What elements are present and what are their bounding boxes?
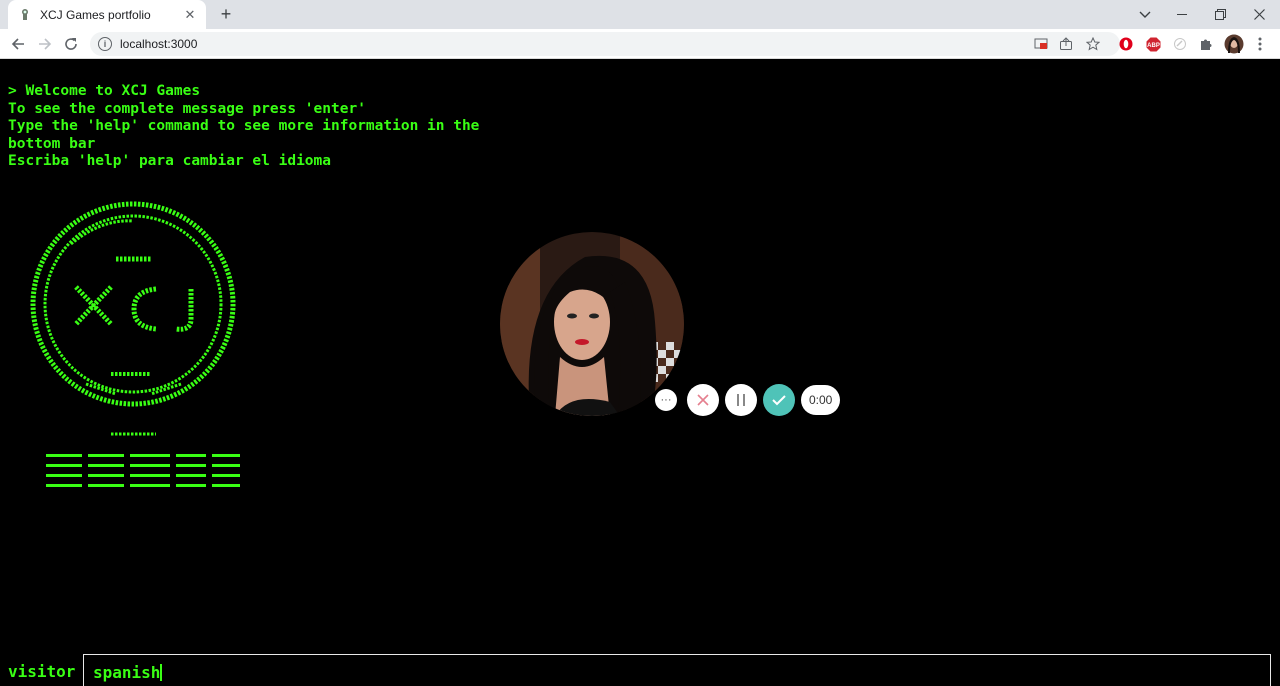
recording-timer: 0:00 — [801, 385, 841, 415]
share-icon[interactable] — [1058, 36, 1074, 52]
reload-icon[interactable] — [60, 33, 82, 55]
adblock-icon[interactable]: ABP — [1145, 36, 1161, 52]
puzzle-icon[interactable] — [1198, 36, 1214, 52]
terminal-line: To see the complete message press 'enter… — [8, 100, 366, 117]
extension-icon[interactable] — [1172, 36, 1188, 52]
cast-icon[interactable] — [1033, 36, 1049, 52]
terminal-page: > Welcome to XCJ Games To see the comple… — [0, 59, 1280, 686]
pause-icon — [737, 394, 745, 406]
command-input[interactable]: spanish — [83, 654, 1271, 686]
opera-icon[interactable] — [1118, 36, 1134, 52]
url-text: localhost:3000 — [120, 37, 198, 51]
text-caret — [160, 664, 163, 681]
close-icon — [697, 394, 709, 406]
back-icon[interactable] — [7, 33, 29, 55]
checkmark-icon — [772, 395, 786, 406]
prompt-label: visitor — [8, 662, 76, 681]
command-input-value: spanish — [93, 663, 161, 682]
tab-close-icon[interactable]: ✕ — [182, 7, 198, 23]
forward-icon[interactable] — [34, 33, 56, 55]
address-bar[interactable]: i localhost:3000 — [90, 32, 1120, 56]
maximize-icon[interactable] — [1201, 0, 1239, 29]
favicon-icon — [18, 8, 32, 22]
pause-recording-button[interactable] — [725, 384, 757, 416]
menu-icon[interactable] — [1252, 36, 1268, 52]
new-tab-button[interactable]: + — [215, 3, 237, 25]
terminal-output: > Welcome to XCJ Games To see the comple… — [8, 83, 528, 171]
terminal-line: Type the 'help' command to see more info… — [8, 118, 489, 152]
tab-title: XCJ Games portfolio — [40, 7, 151, 22]
svg-text:ABP: ABP — [1147, 43, 1160, 49]
star-icon[interactable] — [1085, 36, 1101, 52]
profile-avatar[interactable] — [1224, 34, 1244, 54]
terminal-line: Escriba 'help' para cambiar el idioma — [8, 153, 332, 169]
browser-toolbar: i localhost:3000 ABP — [0, 29, 1280, 59]
browser-tab[interactable]: XCJ Games portfolio ✕ — [8, 0, 206, 29]
minimize-icon[interactable] — [1163, 0, 1201, 29]
site-info-icon[interactable]: i — [98, 37, 112, 51]
cancel-recording-button[interactable] — [687, 384, 719, 416]
terminal-line: > Welcome to XCJ Games — [8, 83, 201, 99]
browser-tabstrip: XCJ Games portfolio ✕ + — [0, 0, 1280, 29]
finish-recording-button[interactable] — [763, 384, 795, 416]
close-window-icon[interactable] — [1240, 0, 1278, 29]
recorder-controls: ··· 0:00 — [655, 384, 841, 416]
more-options-button[interactable]: ··· — [655, 389, 677, 411]
xcj-games-ascii-logo — [16, 199, 256, 501]
tab-search-icon[interactable] — [1126, 0, 1164, 29]
